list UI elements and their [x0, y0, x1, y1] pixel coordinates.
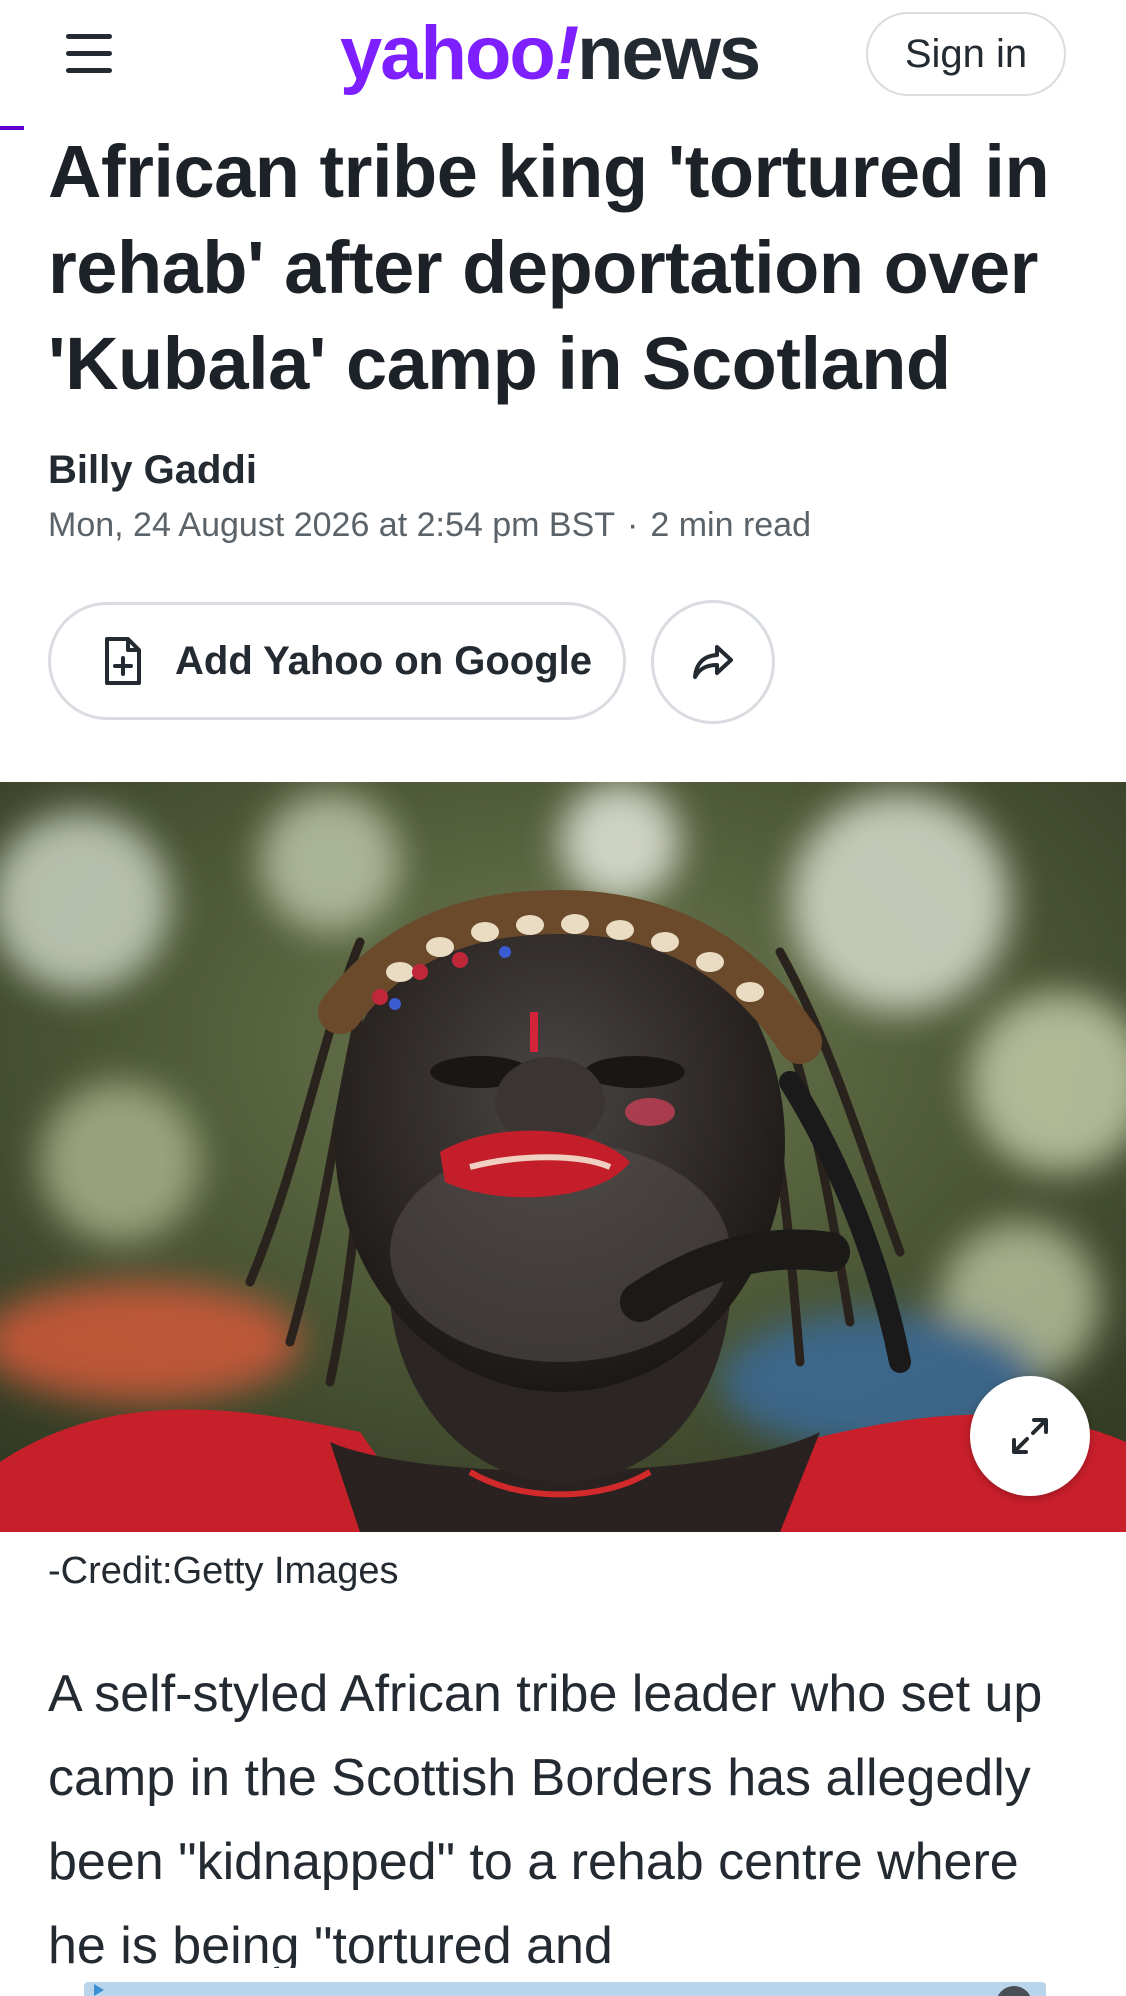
tribe-leader-photo: [0, 782, 1126, 1532]
logo-bang-text: !: [553, 11, 579, 96]
yahoo-news-logo[interactable]: yahoo!news: [340, 6, 761, 102]
read-time: 2 min read: [650, 506, 811, 544]
add-yahoo-on-google-button[interactable]: Add Yahoo on Google: [48, 602, 626, 720]
logo-news-text: news: [577, 11, 761, 96]
image-credit: -Credit:Getty Images: [48, 1550, 399, 1592]
article-headline: African tribe king 'tortured in rehab' a…: [48, 130, 1050, 405]
share-button[interactable]: [651, 600, 775, 724]
bottom-ad-banner[interactable]: [84, 1982, 1046, 1996]
ad-close-icon[interactable]: [996, 1986, 1032, 1996]
logo-yahoo-text: yahoo: [340, 11, 556, 96]
site-header: yahoo!news Sign in: [0, 0, 1126, 110]
share-arrow-icon: [693, 645, 733, 679]
add-yahoo-on-google-label: Add Yahoo on Google: [175, 638, 593, 683]
expand-icon: [1012, 1418, 1048, 1454]
expand-image-button[interactable]: [970, 1376, 1090, 1496]
article-lead-image[interactable]: [0, 782, 1126, 1532]
reading-progress-indicator: [0, 126, 24, 130]
publish-date: Mon, 24 August 2026 at 2:54 pm BST: [48, 506, 616, 544]
document-plus-icon: [105, 637, 141, 685]
article-body-paragraph: A self-styled African tribe leader who s…: [48, 1665, 1043, 1968]
article-meta: Mon, 24 August 2026 at 2:54 pm BST · 2 min…: [48, 506, 811, 545]
hamburger-icon[interactable]: [66, 34, 114, 74]
sign-in-button[interactable]: Sign in: [866, 12, 1066, 96]
page: yahoo!news Sign in African tribe king 't…: [0, 0, 1126, 1996]
ad-choices-icon[interactable]: [94, 1984, 104, 1996]
author-name[interactable]: Billy Gaddi: [48, 448, 257, 493]
meta-separator: ·: [627, 506, 639, 544]
